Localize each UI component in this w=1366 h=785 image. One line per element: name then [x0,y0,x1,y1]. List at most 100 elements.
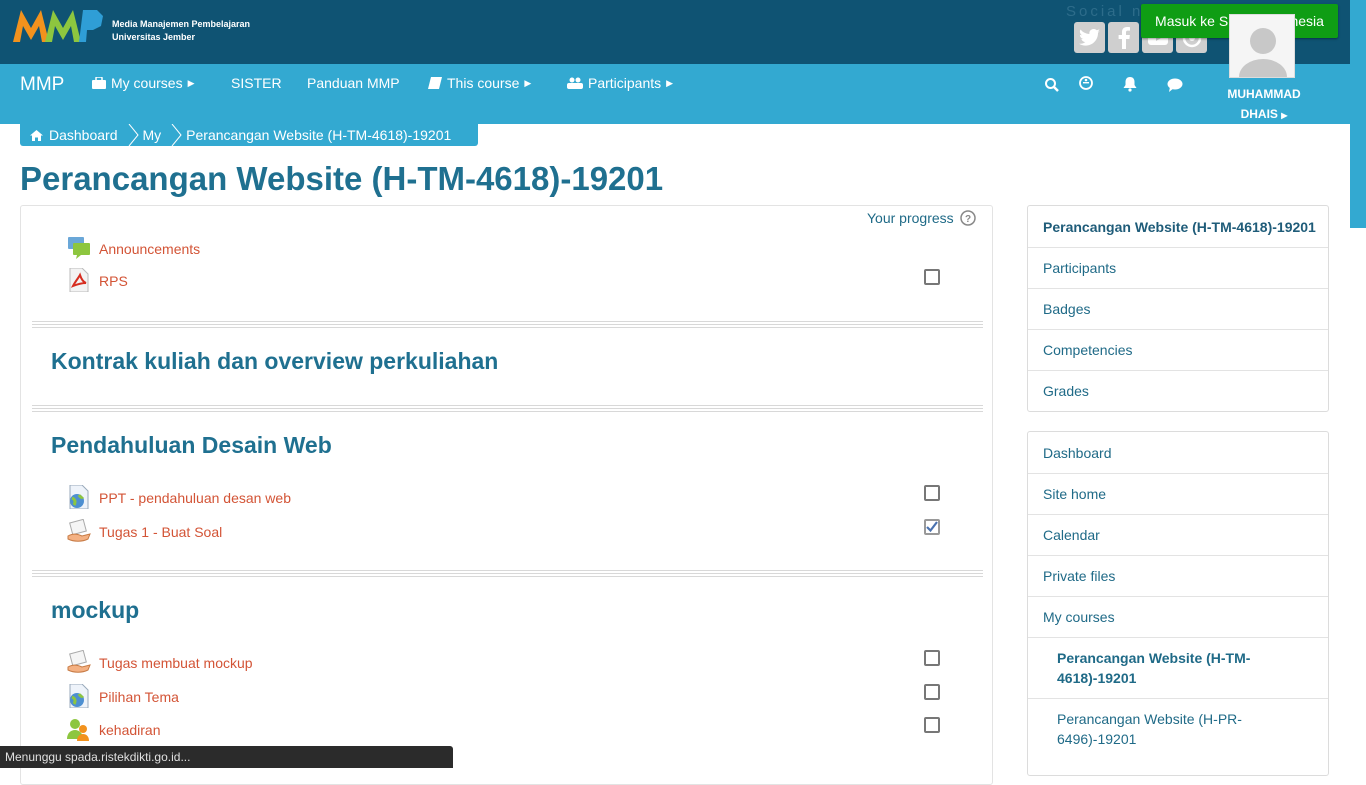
nav-participants-label: Participants [588,75,662,91]
caret-right-icon: ▶ [187,77,195,88]
page-scrollbar[interactable] [1350,0,1366,228]
chat-icon[interactable] [1167,77,1183,93]
book-icon [428,77,442,89]
activity-pilihan-tema[interactable]: Pilihan Tema [67,684,179,708]
browser-status-bar: Menunggu spada.ristekdikti.go.id... [0,746,453,768]
activity-ppt[interactable]: PPT - pendahuluan desan web [67,485,291,509]
social-label: Social n [1066,3,1144,20]
nav-block-course-other[interactable]: Perancangan Website (H-PR-6496)-19201 [1028,698,1328,759]
breadcrumb-course[interactable]: Perancangan Website (H-TM-4618)-19201 [182,127,451,143]
caret-right-icon: ▶ [1281,111,1288,120]
url-icon [69,684,89,708]
course-menu-item-badges[interactable]: Badges [1028,288,1328,329]
breadcrumb: Dashboard My Perancangan Website (H-TM-4… [20,124,478,146]
completion-checkbox[interactable] [924,485,940,501]
twitter-button[interactable] [1074,22,1105,53]
activity-tugas-mockup[interactable]: Tugas membuat mockup [67,650,253,674]
section-divider [32,319,983,328]
nav-block-private-files[interactable]: Private files [1028,555,1328,596]
progress-label-text: Your progress [867,210,954,226]
nav-sister-label: SISTER [231,75,282,91]
course-menu-item-current[interactable]: Perancangan Website (H-TM-4618)-19201 [1028,206,1328,247]
checkmark-icon [926,521,938,533]
bell-icon[interactable] [1122,76,1138,92]
nav-this-course[interactable]: This course ▶ [428,75,531,91]
accessibility-icon[interactable] [1078,75,1094,91]
page-title: Perancangan Website (H-TM-4618)-19201 [20,160,664,197]
org-name: Media Manajemen Pembelajaran Universitas… [112,18,250,44]
caret-right-icon: ▶ [666,77,674,88]
activity-name: Tugas membuat mockup [99,655,253,671]
url-icon [69,485,89,509]
facebook-button[interactable] [1108,22,1139,53]
section-divider [32,568,983,577]
breadcrumb-course-label: Perancangan Website (H-TM-4618)-19201 [186,127,452,143]
svg-text:?: ? [965,214,971,225]
user-menu[interactable]: MUHAMMAD DHAIS ▶ [1222,84,1306,126]
breadcrumb-dashboard-label: Dashboard [49,127,118,143]
user-silhouette-icon [1239,28,1287,77]
activity-rps[interactable]: RPS [67,268,128,292]
users-icon [567,77,583,89]
breadcrumb-separator-icon [128,124,139,146]
activity-name: Tugas 1 - Buat Soal [99,524,223,540]
home-icon [30,129,43,141]
section-title[interactable]: Pendahuluan Desain Web [51,432,332,459]
completion-checkbox[interactable] [924,717,940,733]
section-title[interactable]: Kontrak kuliah dan overview perkuliahan [51,348,498,375]
nav-block-dashboard[interactable]: Dashboard [1028,432,1328,473]
activity-name: kehadiran [99,722,161,738]
nav-block-my-courses[interactable]: My courses [1028,596,1328,637]
navigation-block: Dashboard Site home Calendar Private fil… [1027,431,1329,776]
course-menu-item-competencies[interactable]: Competencies [1028,329,1328,370]
twitter-icon [1078,28,1100,46]
progress-label: Your progress ? [867,210,976,226]
org-name-line2: Universitas Jember [112,32,196,42]
assignment-icon [67,519,91,542]
user-avatar[interactable] [1229,14,1295,78]
attendance-icon [67,719,89,741]
assignment-icon [67,650,91,673]
activity-announcements[interactable]: Announcements [67,236,200,260]
breadcrumb-dashboard[interactable]: Dashboard [20,127,118,143]
user-name-line2: DHAIS ▶ [1240,107,1288,121]
facebook-icon [1118,26,1130,49]
course-menu-item-participants[interactable]: Participants [1028,247,1328,288]
activity-name: RPS [99,273,128,289]
section-title[interactable]: mockup [51,597,139,624]
activity-name: Pilihan Tema [99,689,179,705]
nav-participants[interactable]: Participants ▶ [567,75,673,91]
nav-block-course-current-label: Perancangan Website (H-TM-4618)-19201 [1057,650,1251,686]
nav-this-course-label: This course [447,75,520,91]
activity-kehadiran[interactable]: kehadiran [67,717,161,741]
forum-icon [68,237,90,259]
nav-my-courses[interactable]: My courses ▶ [92,75,195,91]
nav-brand[interactable]: MMP [20,74,64,96]
help-icon[interactable]: ? [959,210,976,226]
completion-checkbox[interactable] [924,650,940,666]
mmp-logo[interactable] [11,6,107,46]
search-icon[interactable] [1044,77,1060,93]
breadcrumb-my[interactable]: My [139,127,162,143]
briefcase-icon [92,77,106,89]
activity-tugas-1[interactable]: Tugas 1 - Buat Soal [67,519,222,543]
nav-my-courses-label: My courses [111,75,183,91]
nav-sister[interactable]: SISTER [231,75,282,91]
nav-panduan[interactable]: Panduan MMP [307,75,400,91]
org-name-line1: Media Manajemen Pembelajaran [112,19,251,29]
course-menu-block: Perancangan Website (H-TM-4618)-19201 Pa… [1027,205,1329,412]
nav-block-course-other-label: Perancangan Website (H-PR-6496)-19201 [1057,711,1242,747]
activity-name: PPT - pendahuluan desan web [99,490,291,506]
completion-checkbox-checked[interactable] [924,519,940,535]
completion-checkbox[interactable] [924,684,940,700]
breadcrumb-my-label: My [142,127,162,143]
nav-block-calendar[interactable]: Calendar [1028,514,1328,555]
nav-block-course-current[interactable]: Perancangan Website (H-TM-4618)-19201 [1028,637,1328,698]
user-name-line1: MUHAMMAD [1227,87,1301,101]
activity-name: Announcements [99,241,201,257]
section-divider [32,403,983,412]
caret-right-icon: ▶ [524,77,532,88]
course-menu-item-grades[interactable]: Grades [1028,370,1328,411]
completion-checkbox[interactable] [924,269,940,285]
nav-block-site-home[interactable]: Site home [1028,473,1328,514]
